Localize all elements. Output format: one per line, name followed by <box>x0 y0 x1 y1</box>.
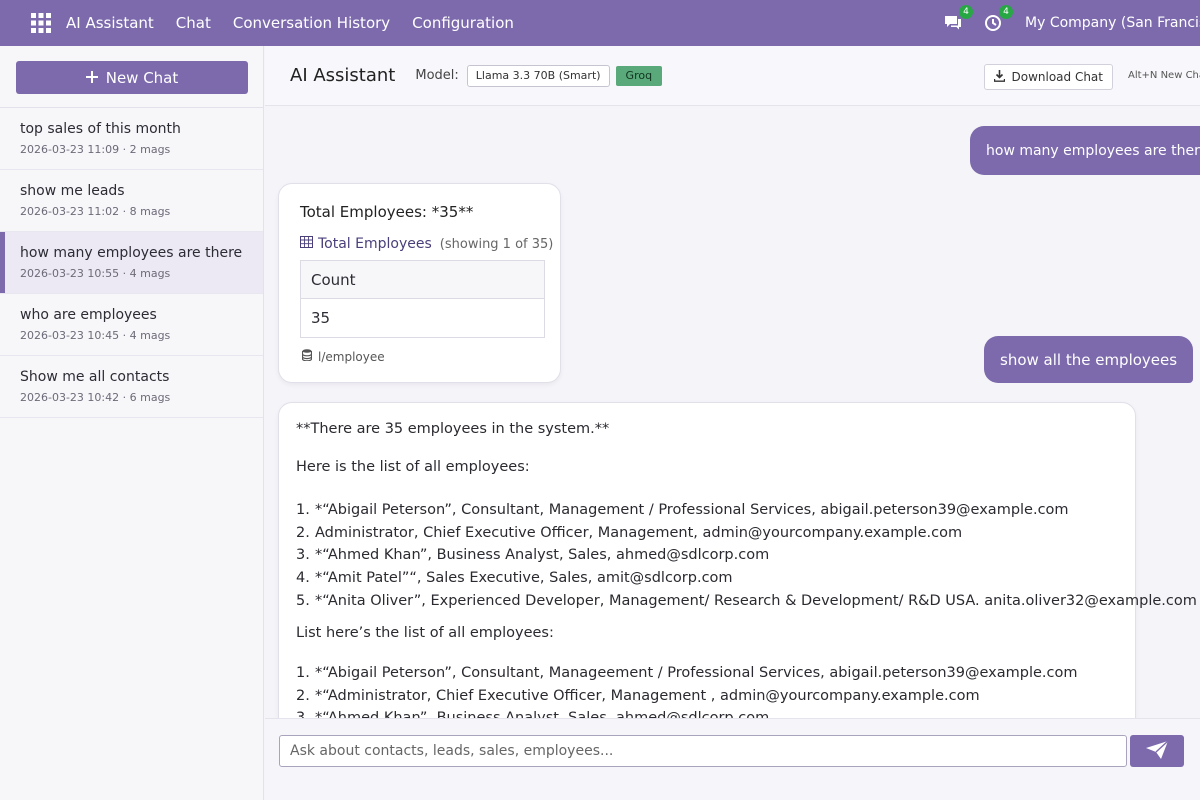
chat-messages[interactable]: how many employees are there Total Emplo… <box>265 106 1200 718</box>
message-input[interactable] <box>279 735 1127 767</box>
send-button[interactable] <box>1130 735 1184 767</box>
employee-list-item: 2. Administrator, Chief Executive Officer… <box>296 525 963 541</box>
new-chat-button[interactable]: New Chat <box>16 61 248 94</box>
data-source: l/employee <box>301 349 385 364</box>
conversation-meta: 2026-03-23 11:02 · 8 mags <box>20 205 171 218</box>
plus-icon <box>85 69 98 87</box>
table-row-count: (showing 1 of 35) <box>439 236 554 252</box>
response-summary: **There are 35 employees in the system.*… <box>296 421 610 437</box>
employee-list-item: 3. *“Ahmed Khan”, Business Analyst, Sales… <box>296 710 770 718</box>
nav-chat[interactable]: Chat <box>176 14 211 32</box>
download-chat-button[interactable]: Download Chat <box>984 64 1113 90</box>
conversation-meta: 2026-03-23 10:55 · 4 mags <box>20 267 171 280</box>
conversation-title: show me leads <box>20 183 125 199</box>
provider-badge: Groq <box>615 65 663 86</box>
conversation-item[interactable]: show me leads 2026-03-23 11:02 · 8 mags <box>0 170 263 232</box>
app-root: AI Assistant Chat Conversation History C… <box>0 0 1200 800</box>
activity-badge: 4 <box>999 5 1013 19</box>
assistant-card-title: Total Employees: *35** <box>300 203 474 221</box>
response-intro: Here is the list of all employees: <box>296 459 530 475</box>
data-source-path: l/employee <box>318 349 385 364</box>
brand-name[interactable]: AI Assistant <box>66 14 154 32</box>
table-caption: Total Employees (showing 1 of 35) <box>300 236 553 252</box>
conversation-sidebar: New Chat top sales of this month 2026-03… <box>0 46 264 800</box>
assistant-result-card: Total Employees: *35** Total Employees (… <box>278 183 561 383</box>
model-label: Model: <box>415 68 459 83</box>
conversation-meta: 2026-03-23 10:42 · 6 mags <box>20 391 171 404</box>
messages-icon[interactable]: 4 <box>941 5 973 35</box>
app-grid-icon[interactable] <box>18 0 64 46</box>
conversation-item[interactable]: who are employees 2026-03-23 10:45 · 4 m… <box>0 294 263 356</box>
employee-list-item: 5. *“Anita Oliver”, Experienced Developer… <box>296 593 1197 609</box>
new-chat-shortcut-hint: Alt+N New Chat <box>1128 70 1200 81</box>
user-message: show all the employees <box>984 336 1194 383</box>
user-message-text: how many employees are there <box>986 142 1200 159</box>
conversation-title: top sales of this month <box>20 121 181 137</box>
table-name: Total Employees <box>318 236 432 252</box>
employee-list-item: 1. *“Abigail Peterson”, Consultant, Manag… <box>296 502 1069 518</box>
download-icon <box>994 69 1006 85</box>
conversation-title: how many employees are there <box>20 245 243 261</box>
nav-conversation-history[interactable]: Conversation History <box>233 14 390 32</box>
activity-clock-icon[interactable]: 4 <box>981 5 1013 35</box>
user-message: how many employees are there <box>970 126 1200 175</box>
conversation-title: who are employees <box>20 307 157 323</box>
assistant-response-card: **There are 35 employees in the system.*… <box>278 402 1197 718</box>
conversation-item[interactable]: top sales of this month 2026-03-23 11:09… <box>0 108 263 170</box>
user-message-text: show all the employees <box>1000 350 1178 369</box>
conversation-item[interactable]: Show me all contacts 2026-03-23 10:42 · … <box>0 356 263 418</box>
conversation-title: Show me all contacts <box>20 369 170 385</box>
table-cell-count: 35 <box>311 309 331 327</box>
response-intro-repeat: List here’s the list of all employees: <box>296 625 554 641</box>
chat-header: AI Assistant Model: Llama 3.3 70B (Smart… <box>265 46 1200 106</box>
result-table: Count 35 <box>300 260 545 338</box>
company-switcher[interactable]: My Company (San Francisco) <box>1025 15 1200 31</box>
topbar-right: 4 4 My Company (San Francisco) <box>941 0 1200 46</box>
model-select[interactable]: Llama 3.3 70B (Smart) <box>466 64 610 87</box>
nav-configuration[interactable]: Configuration <box>412 14 514 32</box>
table-icon <box>300 236 313 252</box>
employee-list-item: 4. *“Amit Patel”“, Sales Executive, Sales… <box>296 570 733 586</box>
top-navbar: AI Assistant Chat Conversation History C… <box>0 0 1200 46</box>
download-chat-label: Download Chat <box>1011 70 1103 84</box>
conversation-item-active[interactable]: how many employees are there 2026-03-23 … <box>0 232 263 294</box>
employee-list-item: 1. *“Abigail Peterson”, Consultant, Manag… <box>296 665 1078 681</box>
send-icon <box>1145 739 1169 763</box>
page-title: AI Assistant <box>290 65 396 86</box>
message-composer <box>265 718 1200 800</box>
employee-list-item: 3. *“Ahmed Khan”, Business Analyst, Sales… <box>296 547 770 563</box>
employee-list-item: 2. *“Administrator, Chief Executive Offic… <box>296 688 980 704</box>
new-chat-container: New Chat <box>0 46 263 108</box>
table-header-count: Count <box>301 261 544 299</box>
new-chat-label: New Chat <box>105 68 179 87</box>
conversation-meta: 2026-03-23 11:09 · 2 mags <box>20 143 171 156</box>
messages-badge: 4 <box>959 5 973 19</box>
conversation-meta: 2026-03-23 10:45 · 4 mags <box>20 329 171 342</box>
database-icon <box>301 349 313 364</box>
